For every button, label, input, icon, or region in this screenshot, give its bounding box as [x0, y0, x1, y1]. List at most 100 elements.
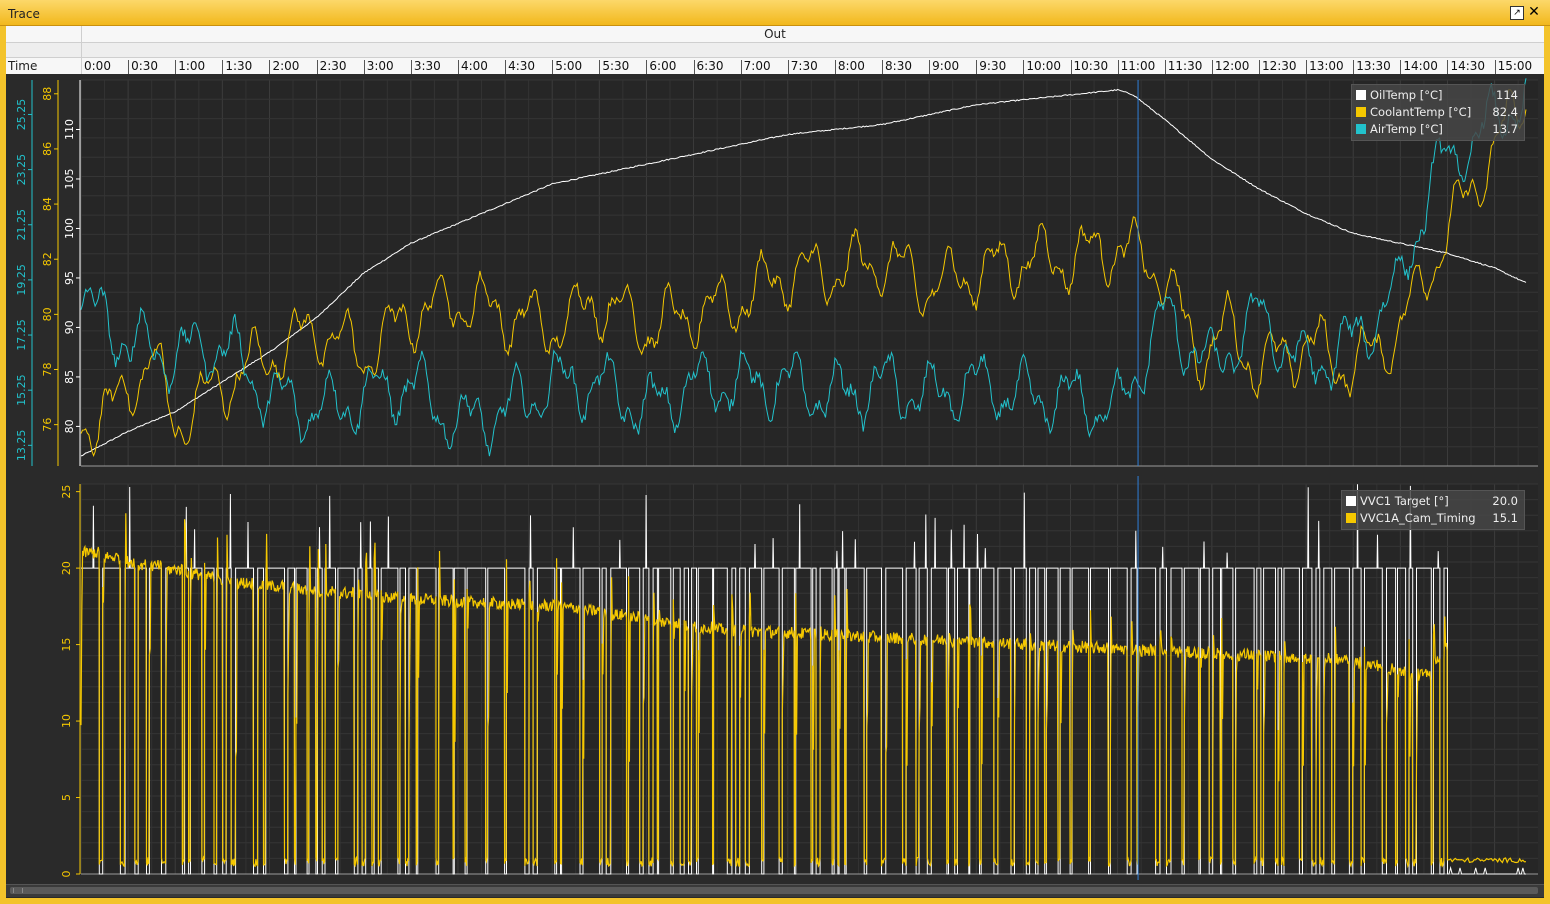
time-tick-mark [1494, 60, 1496, 74]
time-tick-label: 9:00 [932, 59, 960, 73]
legend-series-value: 82.4 [1492, 105, 1518, 119]
time-tick-label: 11:00 [1120, 59, 1156, 73]
y-tick-label: 15.25 [15, 374, 28, 406]
legend-swatch [1356, 90, 1366, 100]
legend-series-name: VVC1 Target [°] [1360, 494, 1449, 508]
legend-series-value: 15.1 [1492, 511, 1518, 525]
time-axis-header[interactable]: Time 0:00 0:30 1:00 1:30 2:00 2:30 3:00 3:30 4:0… [6, 58, 1544, 75]
cam-timing-chart[interactable]: 0 5 10 15 20 25 [6, 476, 1544, 880]
y-tick-label: 90 [63, 320, 76, 334]
scrollbar-grip-icon [13, 888, 23, 893]
time-tick-label: 4:00 [460, 59, 488, 73]
time-tick-label: 0:30 [131, 59, 159, 73]
y-tick-label: 105 [63, 168, 76, 189]
time-tick-label: 3:00 [366, 59, 394, 73]
time-tick-label: 2:00 [272, 59, 300, 73]
time-tick-mark [599, 60, 601, 74]
window-titlebar[interactable]: Trace ↗ ✕ [0, 0, 1550, 26]
time-ticks: 0:00 0:30 1:00 1:30 2:00 2:30 3:00 3:30 4:00 4:30… [6, 58, 1544, 74]
time-tick-mark [552, 60, 554, 74]
y-tick-label: 0 [60, 871, 73, 878]
legend-row[interactable]: AirTemp [°C] 13.7 [1356, 121, 1518, 138]
y-tick-label: 110 [63, 119, 76, 140]
time-tick-label: 5:30 [602, 59, 630, 73]
gutter-divider [81, 26, 82, 74]
y-tick-label: 86 [41, 142, 54, 156]
legend-series-value: 13.7 [1492, 122, 1518, 136]
y-tick-label: 82 [41, 252, 54, 266]
y-tick-label: 17.25 [15, 319, 28, 351]
legend-cam-timing: VVC1 Target [°] 20.0 VVC1A_Cam_Timing 15.1 [1341, 490, 1525, 530]
time-tick-label: 2:30 [319, 59, 347, 73]
y-tick-label: 95 [63, 271, 76, 285]
legend-swatch [1356, 124, 1366, 134]
legend-series-name: CoolantTemp [°C] [1370, 105, 1472, 119]
time-tick-label: 1:30 [225, 59, 253, 73]
y-tick-label: 80 [63, 419, 76, 433]
time-tick-label: 8:00 [837, 59, 865, 73]
y-tick-label: 88 [41, 87, 54, 101]
time-tick-label: 7:30 [790, 59, 818, 73]
time-tick-label: 8:30 [885, 59, 912, 73]
time-tick-mark [1353, 60, 1355, 74]
y-tick-label: 84 [41, 197, 54, 211]
trace-panel: Out Time 0:00 0:30 1:00 1:30 2:00 2:30 3:00 3:3… [6, 26, 1544, 898]
scrollbar-thumb[interactable] [10, 887, 1538, 894]
legend-series-name: VVC1A_Cam_Timing [1360, 511, 1476, 525]
time-tick-mark [976, 60, 978, 74]
undock-icon[interactable]: ↗ [1510, 6, 1524, 20]
time-tick-mark [693, 60, 695, 74]
y-tick-label: 5 [60, 794, 73, 801]
time-tick-label: 15:00 [1497, 59, 1533, 73]
time-tick-label: 0:00 [84, 59, 111, 73]
legend-row[interactable]: VVC1A_Cam_Timing 15.1 [1346, 510, 1518, 527]
time-tick-mark [882, 60, 884, 74]
time-tick-label: 12:30 [1261, 59, 1297, 73]
time-tick-label: 13:30 [1356, 59, 1391, 73]
time-tick-label: 6:00 [649, 59, 677, 73]
time-tick-mark [1117, 60, 1119, 74]
y-tick-label: 21.25 [15, 209, 28, 241]
time-tick-label: 11:30 [1167, 59, 1203, 73]
time-tick-label: 13:00 [1309, 59, 1344, 73]
time-tick-mark [410, 60, 412, 74]
y-tick-label: 15 [60, 638, 73, 652]
legend-swatch [1346, 513, 1356, 523]
time-tick-label: 6:30 [696, 59, 724, 73]
y-tick-label: 10 [60, 714, 73, 728]
time-tick-mark [222, 60, 224, 74]
time-tick-label: 10:30 [1073, 59, 1109, 73]
y-tick-label: 78 [41, 363, 54, 377]
time-tick-label: 3:30 [413, 59, 441, 73]
header-spacer [6, 43, 1544, 58]
time-tick-label: 9:30 [979, 59, 1007, 73]
time-tick-mark [1023, 60, 1025, 74]
legend-series-value: 20.0 [1492, 494, 1518, 508]
legend-row[interactable]: VVC1 Target [°] 20.0 [1346, 493, 1518, 510]
time-tick-label: 14:00 [1403, 59, 1438, 73]
time-tick-mark [316, 60, 318, 74]
y-tick-label: 25 [60, 485, 73, 499]
y-tick-label: 23.25 [15, 154, 28, 186]
legend-temperatures: OilTemp [°C] 114 CoolantTemp [°C] 82.4 AirTe… [1351, 84, 1525, 141]
close-icon[interactable]: ✕ [1527, 5, 1541, 20]
time-tick-mark [1400, 60, 1402, 74]
time-tick-mark [740, 60, 742, 74]
y-tick-label: 20 [60, 561, 73, 575]
time-tick-label: 1:00 [178, 59, 206, 73]
time-tick-mark [505, 60, 507, 74]
horizontal-scrollbar[interactable] [6, 884, 1544, 897]
time-tick-mark [363, 60, 365, 74]
time-tick-mark [1447, 60, 1449, 74]
legend-row[interactable]: OilTemp [°C] 114 [1356, 87, 1518, 104]
time-tick-mark [929, 60, 931, 74]
series-header: Out [6, 26, 1544, 43]
temperature-chart[interactable]: 13.25 15.25 17.25 19.25 21.25 23.25 25.25 76 78 8… [6, 74, 1544, 472]
y-tick-label: 13.25 [15, 430, 28, 462]
time-tick-label: 5:00 [555, 59, 583, 73]
time-tick-mark [1258, 60, 1260, 74]
time-tick-mark [128, 60, 130, 74]
y-tick-label: 19.25 [15, 264, 28, 296]
time-tick-mark [1070, 60, 1072, 74]
legend-row[interactable]: CoolantTemp [°C] 82.4 [1356, 104, 1518, 121]
